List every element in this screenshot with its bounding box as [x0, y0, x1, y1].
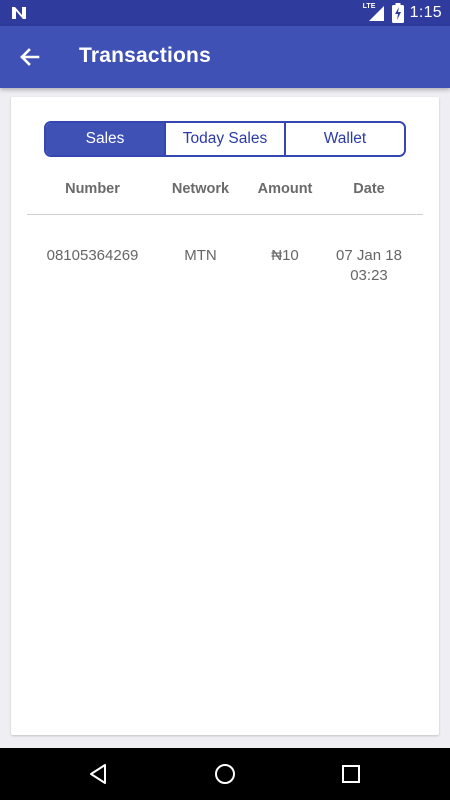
recents-square-icon [342, 765, 360, 783]
transactions-card: Sales Today Sales Wallet Number Network … [11, 97, 439, 735]
cell-date-day: 07 Jan 18 [336, 247, 402, 264]
column-header-network: Network [171, 181, 230, 197]
cell-date-time: 03:23 [350, 267, 388, 284]
table-row[interactable]: 08105364269 MTN ₦10 07 Jan 18 03:23 [27, 244, 423, 294]
home-circle-icon [215, 764, 235, 784]
notification-n-icon [12, 7, 26, 19]
tab-wallet[interactable]: Wallet [284, 123, 404, 155]
tab-sales[interactable]: Sales [46, 123, 164, 155]
battery-charging-icon [391, 3, 404, 23]
cell-amount: ₦10 [271, 247, 299, 264]
nav-recents-button[interactable] [338, 761, 364, 787]
column-header-number: Number [65, 181, 120, 197]
cell-number: 08105364269 [46, 247, 139, 264]
table-header: Number Network Amount Date [27, 179, 423, 215]
status-bar: LTE 1:15 [0, 0, 450, 26]
signal-icon: LTE [362, 3, 386, 22]
tab-today-sales[interactable]: Today Sales [164, 123, 284, 155]
back-triangle-icon [90, 764, 106, 784]
arrow-back-icon [20, 48, 40, 66]
cell-network: MTN [184, 247, 217, 264]
clock-time: 1:15 [409, 4, 442, 21]
network-type-label: LTE [362, 3, 376, 10]
cell-date: 07 Jan 18 03:23 [327, 246, 411, 286]
column-header-amount: Amount [257, 181, 313, 197]
transaction-tabs: Sales Today Sales Wallet [44, 121, 406, 157]
nav-back-button[interactable] [86, 761, 112, 787]
back-button[interactable] [14, 42, 46, 72]
system-nav-bar [0, 748, 450, 800]
page-title: Transactions [79, 44, 211, 67]
app-bar: Transactions [0, 26, 450, 88]
column-header-date: Date [353, 181, 385, 197]
nav-home-button[interactable] [212, 761, 238, 787]
